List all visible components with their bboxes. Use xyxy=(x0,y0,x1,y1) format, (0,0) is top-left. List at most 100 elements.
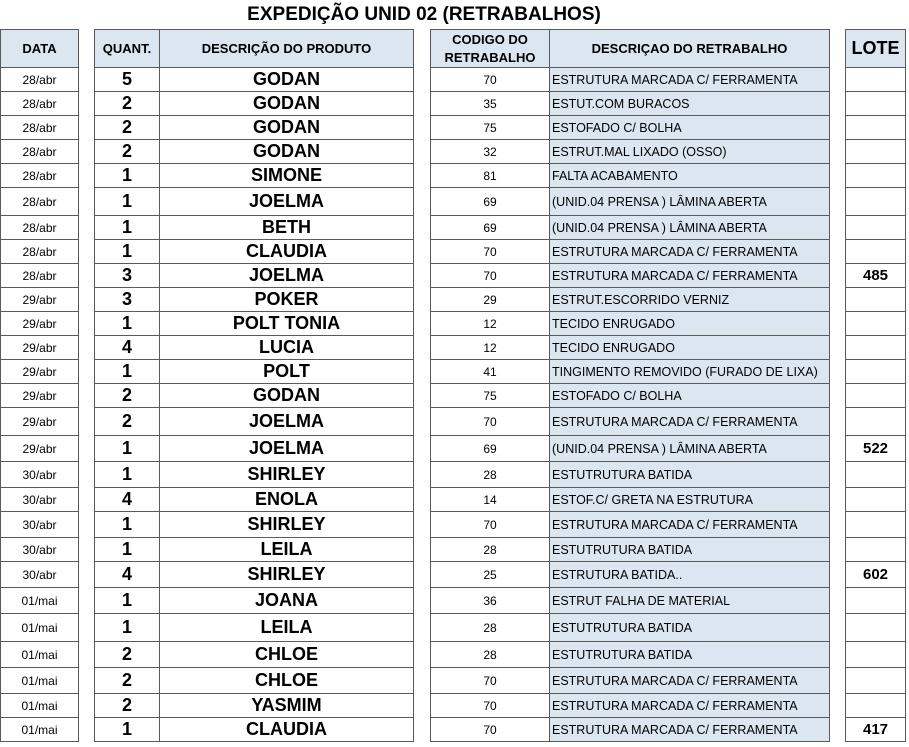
cell-description: ESTRUTURA MARCADA C/ FERRAMENTA xyxy=(549,717,830,742)
header-codigo-line1: CODIGO DO xyxy=(452,31,528,47)
cell-description: FALTA ACABAMENTO xyxy=(549,163,830,188)
table-row: 01/mai 2 YASMIM 70 ESTRUTURA MARCADA C/ FERR… xyxy=(0,693,906,718)
cell-product: SIMONE xyxy=(159,163,414,188)
cell-lote xyxy=(845,311,906,336)
cell-lote xyxy=(845,359,906,384)
cell-description: TECIDO ENRUGADO xyxy=(549,335,830,360)
cell-quant: 3 xyxy=(94,263,160,288)
cell-code: 70 xyxy=(430,717,550,742)
cell-quant: 1 xyxy=(94,163,160,188)
cell-product: CHLOE xyxy=(159,667,414,694)
table-row: 28/abr 3 JOELMA 70 ESTRUTURA MARCADA C/ FERR… xyxy=(0,263,906,288)
cell-code: 28 xyxy=(430,613,550,642)
cell-quant: 4 xyxy=(94,335,160,360)
retrabalho-table: DATA QUANT. DESCRIÇÃO DO PRODUTO CODIGO … xyxy=(0,29,906,742)
cell-product: POLT xyxy=(159,359,414,384)
cell-description: TINGIMENTO REMOVIDO (FURADO DE LIXA) xyxy=(549,359,830,384)
cell-code: 32 xyxy=(430,139,550,164)
cell-product: LEILA xyxy=(159,537,414,562)
cell-quant: 1 xyxy=(94,215,160,240)
table-row: 29/abr 2 JOELMA 70 ESTRUTURA MARCADA C/ FERR… xyxy=(0,407,906,436)
table-row: 28/abr 1 BETH 69 (UNID.04 PRENSA ) LÂMINA AB… xyxy=(0,215,906,240)
table-row: 01/mai 1 LEILA 28 ESTUTRUTURA BATIDA xyxy=(0,613,906,642)
cell-date: 28/abr xyxy=(0,91,79,116)
cell-lote xyxy=(845,461,906,488)
table-row: 30/abr 1 SHIRLEY 70 ESTRUTURA MARCADA C/ FER… xyxy=(0,511,906,538)
cell-quant: 1 xyxy=(94,435,160,462)
cell-date: 29/abr xyxy=(0,383,79,408)
cell-lote xyxy=(845,613,906,642)
cell-quant: 5 xyxy=(94,67,160,92)
cell-description: ESTUT.COM BURACOS xyxy=(549,91,830,116)
cell-date: 01/mai xyxy=(0,613,79,642)
cell-quant: 4 xyxy=(94,561,160,588)
cell-product: JOELMA xyxy=(159,263,414,288)
cell-product: CLAUDIA xyxy=(159,239,414,264)
cell-product: POKER xyxy=(159,287,414,312)
table-row: 28/abr 5 GODAN 70 ESTRUTURA MARCADA C/ FERRA… xyxy=(0,67,906,92)
cell-lote xyxy=(845,91,906,116)
cell-product: CHLOE xyxy=(159,641,414,668)
cell-quant: 1 xyxy=(94,511,160,538)
cell-product: POLT TONIA xyxy=(159,311,414,336)
cell-code: 14 xyxy=(430,487,550,512)
table-row: 30/abr 1 LEILA 28 ESTUTRUTURA BATIDA xyxy=(0,537,906,562)
cell-code: 35 xyxy=(430,91,550,116)
cell-code: 41 xyxy=(430,359,550,384)
cell-code: 69 xyxy=(430,187,550,216)
cell-product: GODAN xyxy=(159,91,414,116)
cell-code: 70 xyxy=(430,239,550,264)
cell-date: 01/mai xyxy=(0,667,79,694)
cell-description: ESTOFADO C/ BOLHA xyxy=(549,383,830,408)
cell-lote xyxy=(845,215,906,240)
cell-quant: 2 xyxy=(94,383,160,408)
cell-product: JOELMA xyxy=(159,187,414,216)
table-row: 28/abr 1 JOELMA 69 (UNID.04 PRENSA ) LÂMINA … xyxy=(0,187,906,216)
cell-code: 12 xyxy=(430,335,550,360)
cell-quant: 2 xyxy=(94,667,160,694)
cell-quant: 2 xyxy=(94,139,160,164)
cell-description: ESTRUTURA BATIDA.. xyxy=(549,561,830,588)
cell-quant: 1 xyxy=(94,461,160,488)
cell-lote: 485 xyxy=(845,263,906,288)
cell-product: BETH xyxy=(159,215,414,240)
cell-lote xyxy=(845,407,906,436)
cell-lote xyxy=(845,667,906,694)
cell-code: 70 xyxy=(430,511,550,538)
cell-code: 70 xyxy=(430,693,550,718)
cell-code: 25 xyxy=(430,561,550,588)
cell-description: ESTOFADO C/ BOLHA xyxy=(549,115,830,140)
cell-date: 01/mai xyxy=(0,641,79,668)
cell-quant: 1 xyxy=(94,537,160,562)
cell-lote xyxy=(845,487,906,512)
header-lote: LOTE xyxy=(845,29,906,68)
cell-lote: 602 xyxy=(845,561,906,588)
cell-date: 29/abr xyxy=(0,287,79,312)
cell-lote: 417 xyxy=(845,717,906,742)
table-row: 29/abr 2 GODAN 75 ESTOFADO C/ BOLHA xyxy=(0,383,906,408)
cell-quant: 2 xyxy=(94,641,160,668)
cell-code: 70 xyxy=(430,407,550,436)
table-row: 30/abr 1 SHIRLEY 28 ESTUTRUTURA BATIDA xyxy=(0,461,906,488)
cell-quant: 2 xyxy=(94,91,160,116)
cell-quant: 1 xyxy=(94,187,160,216)
cell-description: ESTRUTURA MARCADA C/ FERRAMENTA xyxy=(549,511,830,538)
cell-code: 12 xyxy=(430,311,550,336)
cell-lote xyxy=(845,239,906,264)
header-retrabalho: DESCRIÇAO DO RETRABALHO xyxy=(549,29,830,68)
table-row: 01/mai 1 JOANA 36 ESTRUT FALHA DE MATERIAL xyxy=(0,587,906,614)
cell-product: SHIRLEY xyxy=(159,561,414,588)
cell-product: ENOLA xyxy=(159,487,414,512)
cell-code: 29 xyxy=(430,287,550,312)
cell-description: ESTRUT.ESCORRIDO VERNIZ xyxy=(549,287,830,312)
cell-date: 29/abr xyxy=(0,435,79,462)
cell-description: ESTUTRUTURA BATIDA xyxy=(549,461,830,488)
header-data: DATA xyxy=(0,29,79,68)
cell-description: ESTRUT.MAL LIXADO (OSSO) xyxy=(549,139,830,164)
cell-code: 70 xyxy=(430,263,550,288)
cell-lote xyxy=(845,67,906,92)
cell-description: ESTRUTURA MARCADA C/ FERRAMENTA xyxy=(549,67,830,92)
cell-lote xyxy=(845,511,906,538)
cell-product: GODAN xyxy=(159,67,414,92)
cell-description: ESTRUTURA MARCADA C/ FERRAMENTA xyxy=(549,263,830,288)
